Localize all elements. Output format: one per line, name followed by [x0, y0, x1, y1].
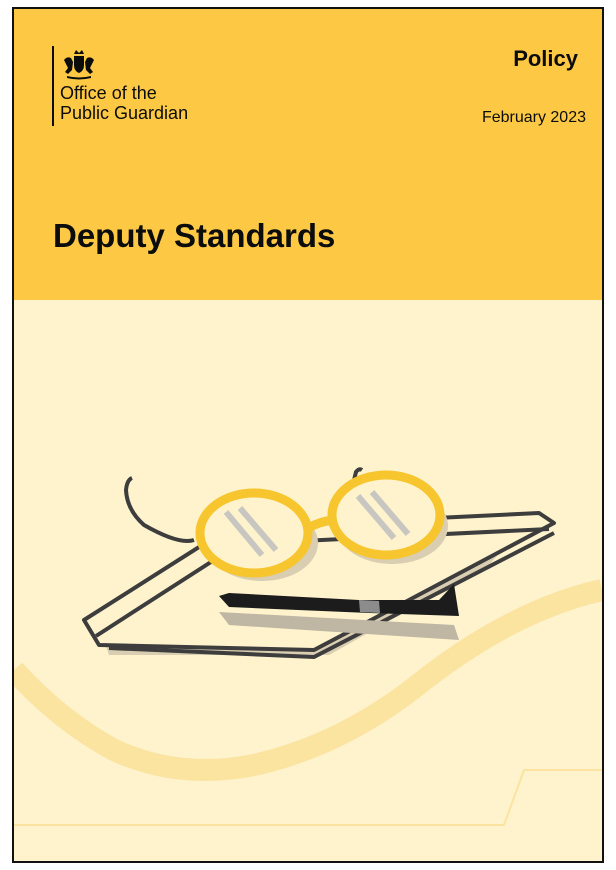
logo-divider [52, 46, 54, 126]
glasses-pen-papers-illustration [14, 467, 602, 826]
org-name-line-1: Office of the [60, 83, 157, 103]
glasses-left-arm [123, 476, 195, 543]
header-band: Office of the Public Guardian Policy Feb… [14, 9, 602, 300]
publication-date: February 2023 [481, 109, 586, 126]
document-cover-page: Office of the Public Guardian Policy Feb… [12, 7, 604, 863]
royal-coat-of-arms-icon [64, 50, 94, 80]
org-name-line-2: Public Guardian [60, 103, 189, 123]
pen-band [359, 600, 380, 613]
glasses-right-lens [327, 470, 445, 560]
document-title: Deputy Standards [53, 217, 336, 254]
document-type-label: Policy [513, 46, 578, 71]
glasses-left-lens [195, 488, 313, 578]
background-line [14, 769, 602, 826]
